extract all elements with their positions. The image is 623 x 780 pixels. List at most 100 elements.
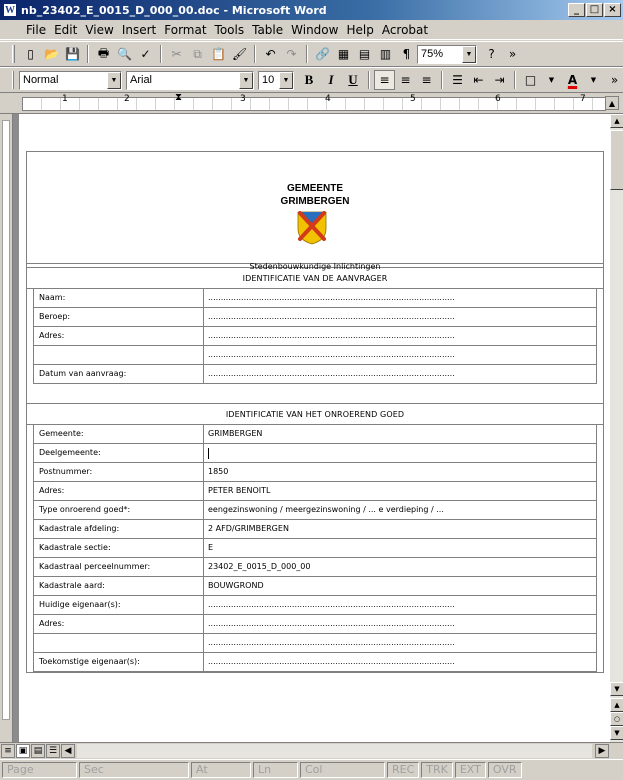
field-value[interactable]: BOUWGROND bbox=[204, 577, 596, 595]
table-row[interactable]: ........................................… bbox=[33, 634, 597, 653]
select-browse-object-icon[interactable]: ○ bbox=[610, 712, 623, 726]
menu-file[interactable]: File bbox=[22, 23, 50, 37]
chevron-down-icon[interactable]: ▼ bbox=[583, 70, 604, 90]
horizontal-scroll-track[interactable] bbox=[77, 744, 592, 758]
style-select[interactable]: Normal ▼ bbox=[19, 70, 122, 90]
copy-icon[interactable]: ⧉ bbox=[187, 44, 208, 64]
field-value[interactable]: E bbox=[204, 539, 596, 557]
text-cursor-cell[interactable] bbox=[204, 444, 596, 462]
italic-button[interactable]: I bbox=[320, 70, 342, 90]
table-row[interactable]: Gemeente: GRIMBERGEN bbox=[33, 425, 597, 444]
help-icon[interactable]: ? bbox=[481, 44, 502, 64]
menu-edit[interactable]: Edit bbox=[50, 23, 81, 37]
zoom-select[interactable]: 75% ▼ bbox=[417, 44, 477, 64]
underline-button[interactable]: U bbox=[342, 70, 364, 90]
paste-icon[interactable]: 📋 bbox=[208, 44, 229, 64]
hyperlink-icon[interactable]: 🔗 bbox=[312, 44, 333, 64]
vertical-scrollbar[interactable]: ▲ ▼ ▲ ○ ▼ bbox=[609, 114, 623, 742]
show-hide-icon[interactable]: ¶ bbox=[396, 44, 417, 64]
normal-view-icon[interactable]: ≡ bbox=[1, 744, 15, 758]
scroll-right-icon[interactable]: ▶ bbox=[595, 744, 609, 758]
ruler-toggle-icon[interactable]: ▲ bbox=[605, 96, 619, 110]
document-page[interactable]: GEMEENTE GRIMBERGEN Stedenbouwkundige In… bbox=[19, 114, 609, 742]
title-bar[interactable]: W nb_23402_E_0015_D_000_00.doc - Microso… bbox=[0, 0, 623, 20]
scroll-thumb[interactable] bbox=[610, 130, 623, 190]
menu-acrobat[interactable]: Acrobat bbox=[378, 23, 432, 37]
menu-table[interactable]: Table bbox=[248, 23, 287, 37]
increase-indent-icon[interactable]: ⇥ bbox=[489, 70, 510, 90]
table-row[interactable]: Huidige eigenaar(s): ...................… bbox=[33, 596, 597, 615]
status-ext[interactable]: EXT bbox=[454, 762, 486, 778]
undo-icon[interactable]: ↶ bbox=[260, 44, 281, 64]
menu-view[interactable]: View bbox=[81, 23, 117, 37]
field-value[interactable]: ........................................… bbox=[204, 289, 596, 307]
table-row[interactable]: Postnummer: 1850 bbox=[33, 463, 597, 482]
chevron-down-icon[interactable]: ▼ bbox=[279, 71, 293, 89]
field-value[interactable]: 23402_E_0015_D_000_00 bbox=[204, 558, 596, 576]
table-row[interactable]: Kadastrale afdeling: 2 AFD/GRIMBERGEN bbox=[33, 520, 597, 539]
align-right-icon[interactable]: ≡ bbox=[416, 70, 437, 90]
web-layout-icon[interactable]: ▣ bbox=[16, 744, 30, 758]
tables-borders-icon[interactable]: ▦ bbox=[333, 44, 354, 64]
new-icon[interactable]: ▯ bbox=[20, 44, 41, 64]
minimize-button[interactable]: _ bbox=[568, 3, 585, 17]
table-row[interactable]: Datum van aanvraag: ....................… bbox=[33, 365, 597, 384]
indent-marker-icon[interactable]: ⧗ bbox=[175, 94, 182, 103]
table-row[interactable]: Toekomstige eigenaar(s): ...............… bbox=[33, 653, 597, 672]
menu-window[interactable]: Window bbox=[287, 23, 342, 37]
print-icon[interactable]: 🖶 bbox=[93, 44, 114, 64]
decrease-indent-icon[interactable]: ⇤ bbox=[468, 70, 489, 90]
chevron-down-icon[interactable]: ▼ bbox=[239, 71, 253, 89]
spelling-icon[interactable]: ✓ bbox=[135, 44, 156, 64]
table-row[interactable]: Type onroerend goed*: eengezinswoning / … bbox=[33, 501, 597, 520]
columns-icon[interactable]: ▥ bbox=[375, 44, 396, 64]
toolbar-grip[interactable] bbox=[12, 71, 14, 89]
status-trk[interactable]: TRK bbox=[421, 762, 453, 778]
outline-view-icon[interactable]: ☰ bbox=[46, 744, 60, 758]
field-value[interactable]: ........................................… bbox=[204, 308, 596, 326]
save-icon[interactable]: 💾 bbox=[62, 44, 83, 64]
redo-icon[interactable]: ↷ bbox=[281, 44, 302, 64]
scroll-down-icon[interactable]: ▼ bbox=[610, 682, 623, 696]
open-icon[interactable]: 📂 bbox=[41, 44, 62, 64]
cut-icon[interactable]: ✂ bbox=[166, 44, 187, 64]
table-row[interactable]: Naam: ..................................… bbox=[33, 289, 597, 308]
table-row[interactable]: Kadastrale aard: BOUWGROND bbox=[33, 577, 597, 596]
table-row[interactable]: Kadastrale sectie: E bbox=[33, 539, 597, 558]
maximize-button[interactable]: □ bbox=[586, 3, 603, 17]
table-row[interactable]: ........................................… bbox=[33, 346, 597, 365]
field-value[interactable]: 1850 bbox=[204, 463, 596, 481]
chevron-down-icon[interactable]: ▼ bbox=[462, 45, 476, 63]
field-value[interactable]: eengezinswoning / meergezinswoning / ...… bbox=[204, 501, 596, 519]
table-row[interactable]: Beroep: ................................… bbox=[33, 308, 597, 327]
field-value[interactable]: ........................................… bbox=[204, 365, 596, 383]
field-value[interactable]: ........................................… bbox=[204, 634, 596, 652]
toolbar-grip[interactable] bbox=[12, 45, 15, 63]
vertical-ruler[interactable] bbox=[0, 114, 13, 742]
scroll-up-icon[interactable]: ▲ bbox=[610, 114, 623, 128]
document-area[interactable]: GEMEENTE GRIMBERGEN Stedenbouwkundige In… bbox=[13, 114, 609, 742]
format-painter-icon[interactable]: 🖌 bbox=[229, 44, 250, 64]
print-preview-icon[interactable]: 🔍 bbox=[114, 44, 135, 64]
numbering-icon[interactable]: ☰ bbox=[447, 70, 468, 90]
status-ovr[interactable]: OVR bbox=[487, 762, 522, 778]
field-value[interactable]: PETER BENOITL bbox=[204, 482, 596, 500]
font-select[interactable]: Arial ▼ bbox=[126, 70, 254, 90]
field-value[interactable]: GRIMBERGEN bbox=[204, 425, 596, 443]
print-layout-icon[interactable]: ▤ bbox=[31, 744, 45, 758]
chevron-down-icon[interactable]: ▼ bbox=[107, 71, 121, 89]
menu-help[interactable]: Help bbox=[342, 23, 377, 37]
border-icon[interactable]: □ bbox=[520, 70, 541, 90]
horizontal-ruler[interactable]: 1 2 3 4 5 6 7 ⧗ ▲ bbox=[0, 94, 623, 114]
previous-page-icon[interactable]: ▲ bbox=[610, 698, 623, 712]
menu-insert[interactable]: Insert bbox=[118, 23, 160, 37]
menu-format[interactable]: Format bbox=[160, 23, 210, 37]
font-size-select[interactable]: 10 ▼ bbox=[258, 70, 294, 90]
scroll-left-icon[interactable]: ◀ bbox=[61, 744, 75, 758]
table-row[interactable]: Adres: .................................… bbox=[33, 615, 597, 634]
align-left-icon[interactable]: ≡ bbox=[374, 70, 395, 90]
more-buttons-icon[interactable]: » bbox=[502, 44, 523, 64]
field-value[interactable]: 2 AFD/GRIMBERGEN bbox=[204, 520, 596, 538]
center-icon[interactable]: ≡ bbox=[395, 70, 416, 90]
chevron-down-icon[interactable]: ▼ bbox=[541, 70, 562, 90]
